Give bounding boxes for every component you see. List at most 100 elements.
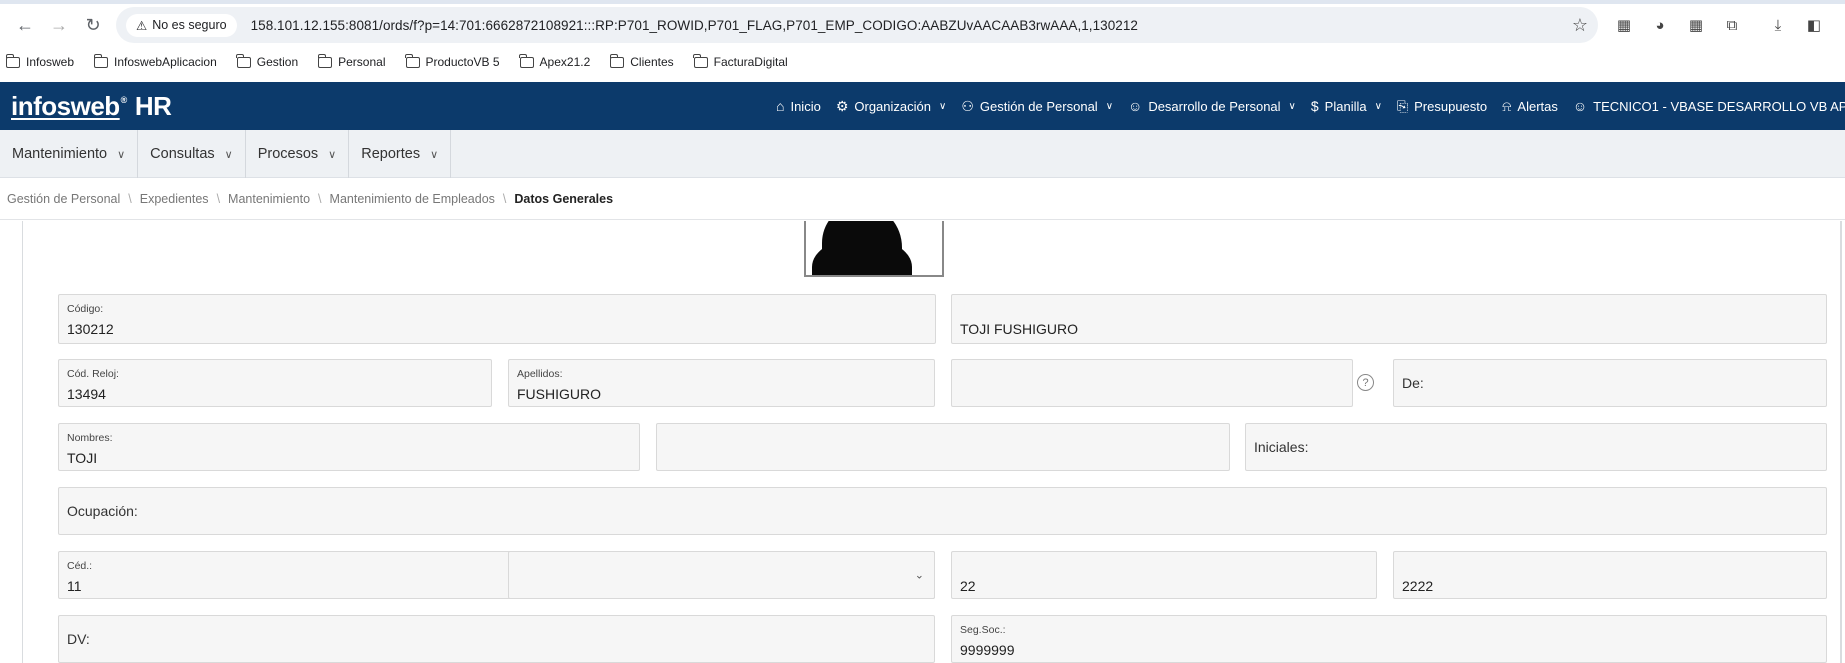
bookmark-label: Personal <box>338 55 386 69</box>
bookmark-item[interactable]: Gestion <box>236 53 299 69</box>
logo-registered-mark: ® <box>120 94 128 105</box>
ced-tomo-field[interactable]: 22 <box>951 551 1377 599</box>
bookmark-item[interactable]: Infosweb <box>5 53 75 69</box>
seg-soc-field[interactable]: Seg.Soc.: 9999999 <box>951 615 1827 663</box>
download-icon[interactable]: ⤓ <box>1766 13 1790 37</box>
menu-item[interactable]: Consultas ∨ <box>138 130 246 178</box>
extension-icon-2[interactable]: ◕ <box>1648 13 1672 37</box>
bookmark-item[interactable]: Apex21.2 <box>519 53 590 69</box>
bookmark-item[interactable]: ProductoVB 5 <box>405 53 500 69</box>
people-icon: ⚇ <box>961 97 974 114</box>
logo-suffix: HR <box>134 90 172 121</box>
breadcrumb: Gestión de Personal \ Expedientes \ Mantenim… <box>0 178 1845 220</box>
full-name-field[interactable]: TOJI FUSHIGURO <box>951 294 1827 344</box>
sidebar-icon[interactable]: ◧ <box>1802 13 1826 37</box>
nombres-field[interactable]: Nombres: TOJI <box>58 423 640 471</box>
topnav-item[interactable]: ⚇ Gestión de Personal ∨ <box>961 98 1113 115</box>
chevron-down-icon: ∨ <box>328 148 337 161</box>
breadcrumb-link[interactable]: Mantenimiento de Empleados <box>330 192 495 206</box>
topnav-item[interactable]: ⍾ Alertas <box>1502 98 1558 115</box>
nombres-value: TOJI <box>67 450 98 466</box>
topnav-label: Presupuesto <box>1414 98 1488 114</box>
extension-icon-1[interactable]: ▦ <box>1612 13 1636 37</box>
breadcrumb-current: Datos Generales <box>514 191 614 206</box>
cod-reloj-value: 13494 <box>67 386 106 402</box>
topnav-item[interactable]: ☺ Desarrollo de Personal ∨ <box>1128 98 1296 114</box>
breadcrumb-link[interactable]: Expedientes <box>140 192 209 206</box>
app-logo[interactable]: infosweb ® HR <box>11 90 172 122</box>
person-icon: ☺ <box>1128 98 1143 114</box>
topnav-item[interactable]: ⌂ Inicio <box>776 98 821 114</box>
topnav-label: Organización <box>854 98 931 114</box>
breadcrumb-separator: \ <box>502 191 507 206</box>
star-icon[interactable]: ☆ <box>1572 15 1588 36</box>
reload-icon[interactable]: ↻ <box>76 8 110 42</box>
panel-border-right <box>1840 221 1842 663</box>
breadcrumb-separator: \ <box>128 191 132 206</box>
second-surname-field[interactable] <box>951 359 1353 407</box>
folder-icon <box>93 53 109 68</box>
folder-icon <box>317 53 333 68</box>
employee-photo[interactable] <box>804 221 944 277</box>
menu-item-label: Consultas <box>150 146 215 162</box>
ocupacion-placeholder: Ocupación: <box>67 503 138 519</box>
topnav-item[interactable]: ⎘ Presupuesto <box>1397 98 1487 115</box>
cod-reloj-field[interactable]: Cód. Reloj: 13494 <box>58 359 492 407</box>
folder-icon <box>519 53 534 68</box>
dv-field[interactable]: DV: <box>58 615 935 663</box>
codigo-field[interactable]: Código: 130212 <box>58 294 936 344</box>
chevron-down-icon: ∨ <box>1288 100 1296 112</box>
back-icon[interactable]: ← <box>8 8 42 42</box>
breadcrumb-separator: \ <box>216 191 221 206</box>
forward-icon[interactable]: → <box>42 8 76 42</box>
menu-item[interactable]: Procesos ∨ <box>246 130 350 178</box>
second-name-field[interactable] <box>656 423 1230 471</box>
full-name-value: TOJI FUSHIGURO <box>960 321 1078 337</box>
topnav-item[interactable]: ⚙ Organización ∨ <box>836 98 947 115</box>
dollar-icon: $ <box>1310 98 1319 114</box>
breadcrumb-link[interactable]: Mantenimiento <box>228 192 310 206</box>
menu-item-label: Reportes <box>361 146 421 162</box>
address-bar[interactable]: ⚠ No es seguro 158.101.12.155:8081/ords/… <box>116 7 1598 43</box>
breadcrumb-link[interactable]: Gestión de Personal <box>7 192 120 206</box>
ocupacion-field[interactable]: Ocupación: <box>58 487 1827 535</box>
bookmark-item[interactable]: Clientes <box>609 53 674 69</box>
iniciales-field[interactable]: Iniciales: <box>1245 423 1827 471</box>
ced-type-select[interactable]: ⌄ <box>508 551 935 599</box>
panel-border-left <box>22 221 23 663</box>
bookmark-item[interactable]: FacturaDigital <box>693 53 788 69</box>
apellidos-field[interactable]: Apellidos: FUSHIGURO <box>508 359 935 407</box>
menu-item[interactable]: Reportes ∨ <box>349 130 452 178</box>
puzzle-icon[interactable]: ⧉ <box>1720 13 1744 37</box>
bookmark-item[interactable]: Personal <box>317 53 386 69</box>
url-text[interactable]: 158.101.12.155:8081/ords/f?p=14:701:6662… <box>251 18 1138 33</box>
folder-icon <box>5 53 20 68</box>
folder-icon <box>405 53 420 68</box>
bookmark-label: Gestion <box>256 55 299 69</box>
ced-asiento-field[interactable]: 2222 <box>1393 551 1827 599</box>
topnav-label: Inicio <box>790 98 821 114</box>
ced-tomo-value: 22 <box>960 578 976 594</box>
gear-icon: ⚙ <box>835 97 849 114</box>
extension-icon-3[interactable]: ▦ <box>1684 13 1708 37</box>
dv-placeholder: DV: <box>67 631 90 647</box>
topnav-item[interactable]: ☺ TECNICO1 - VBASE DESARROLLO VB APEX22- <box>1573 98 1845 114</box>
menu-item-label: Mantenimiento <box>12 146 108 162</box>
home-icon: ⌂ <box>776 98 785 114</box>
chevron-down-icon: ∨ <box>939 100 947 112</box>
bookmark-label: Infosweb <box>26 55 75 69</box>
breadcrumb-separator: \ <box>318 191 322 206</box>
de-field[interactable]: De: <box>1393 359 1827 407</box>
bookmark-label: Clientes <box>630 55 674 69</box>
topnav-item[interactable]: $ Planilla ∨ <box>1311 98 1382 114</box>
topnav-label: Planilla <box>1324 98 1367 114</box>
bookmarks-bar: Infosweb InfoswebAplicacion Gestion Persona… <box>0 50 1845 74</box>
menu-bar: Mantenimiento ∨ Consultas ∨ Procesos ∨ Reporte… <box>0 130 1845 178</box>
app-header: infosweb ® HR ⌂ Inicio ⚙ Organización ∨ ⚇ Gesti… <box>0 82 1845 130</box>
menu-item[interactable]: Mantenimiento ∨ <box>0 130 139 178</box>
security-chip[interactable]: ⚠ No es seguro <box>126 13 237 37</box>
folder-icon <box>236 53 251 68</box>
help-icon[interactable]: ? <box>1357 374 1374 391</box>
user-icon: ☺ <box>1572 98 1588 114</box>
bookmark-item[interactable]: InfoswebAplicacion <box>93 53 217 69</box>
